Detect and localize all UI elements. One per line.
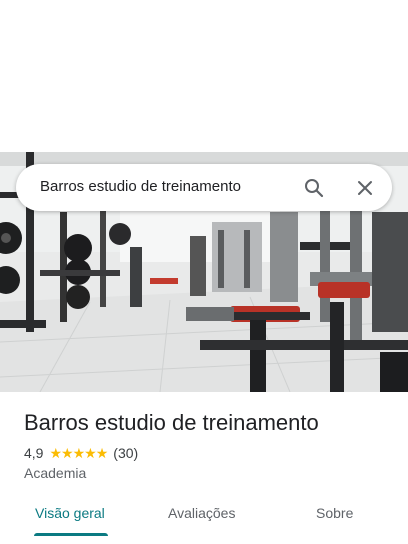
tab-overview[interactable]: Visão geral <box>35 505 105 521</box>
search-bar[interactable]: Barros estudio de treinamento <box>16 164 392 211</box>
active-tab-indicator <box>34 533 108 536</box>
rating-value: 4,9 <box>24 445 44 461</box>
tab-reviews[interactable]: Avaliações <box>168 505 235 521</box>
star-icon: ★ <box>95 445 109 461</box>
close-icon[interactable] <box>351 174 379 202</box>
search-input[interactable]: Barros estudio de treinamento <box>40 178 241 195</box>
star-icon: ★ <box>61 445 74 461</box>
star-icon: ★ <box>84 445 97 461</box>
rating-row[interactable]: 4,9 ★ ★ ★ ★ ★ (30) <box>24 444 138 462</box>
rating-stars: ★ ★ ★ ★ ★ <box>49 445 109 461</box>
place-category: Academia <box>24 465 87 481</box>
tab-bar: Visão geral Avaliações Sobre <box>0 493 408 544</box>
tab-about[interactable]: Sobre <box>316 505 353 521</box>
star-icon: ★ <box>72 445 86 461</box>
review-count[interactable]: (30) <box>113 445 138 461</box>
search-icon[interactable] <box>300 174 328 202</box>
star-icon: ★ <box>49 445 62 461</box>
place-title: Barros estudio de treinamento <box>24 410 319 435</box>
map-blank-area <box>0 0 408 152</box>
